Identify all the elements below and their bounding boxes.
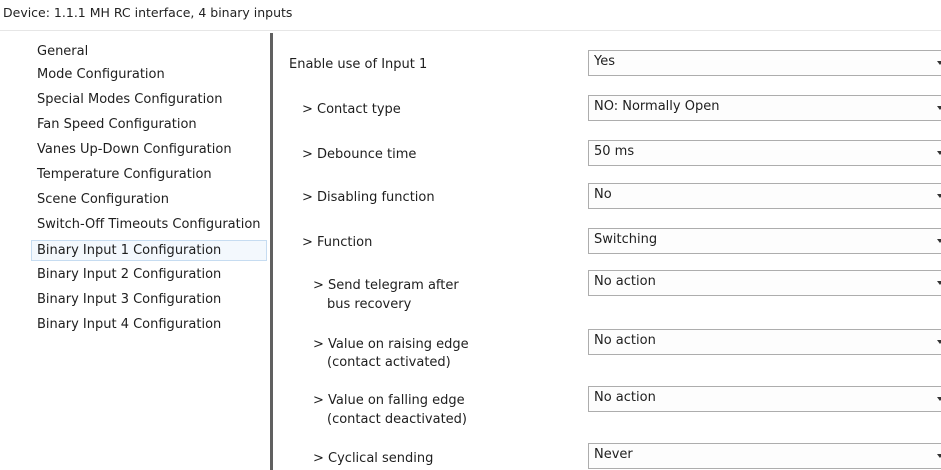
chevron-down-icon — [937, 194, 941, 198]
sidebar-item-switch-off-timeouts-configuration[interactable]: Switch-Off Timeouts Configuration — [32, 214, 268, 235]
value-raising-edge-select[interactable]: No action — [588, 329, 941, 355]
sidebar-item-scene-configuration[interactable]: Scene Configuration — [32, 189, 268, 210]
sidebar: General Mode Configuration Special Modes… — [0, 37, 270, 470]
param-label-cyclical-sending: > Cyclical sending — [313, 451, 434, 466]
sidebar-item-temperature-configuration[interactable]: Temperature Configuration — [32, 164, 268, 185]
chevron-down-icon — [937, 454, 941, 458]
contact-type-value: NO: Normally Open — [594, 99, 720, 114]
value-falling-edge-value: No action — [594, 390, 656, 405]
chevron-down-icon — [937, 151, 941, 155]
enable-input-1-value: Yes — [594, 54, 615, 69]
cyclical-sending-value: Never — [594, 447, 633, 462]
sidebar-item-general[interactable]: General — [32, 41, 268, 62]
chevron-down-icon — [937, 340, 941, 344]
chevron-down-icon — [937, 61, 941, 65]
parameter-panel: Enable use of Input 1 Yes > Contact type… — [273, 33, 941, 470]
param-label-function: > Function — [302, 235, 373, 250]
param-label-value-falling-edge-line2: (contact deactivated) — [327, 412, 468, 427]
device-title-bar: Device: 1.1.1 MH RC interface, 4 binary … — [0, 0, 941, 31]
chevron-down-icon — [937, 397, 941, 401]
param-label-send-telegram: > Send telegram after — [313, 278, 459, 293]
function-value: Switching — [594, 232, 658, 247]
disabling-function-select[interactable]: No — [588, 183, 941, 209]
chevron-down-icon — [937, 106, 941, 110]
chevron-down-icon — [937, 239, 941, 243]
enable-input-1-select[interactable]: Yes — [588, 50, 941, 76]
value-raising-edge-value: No action — [594, 333, 656, 348]
sidebar-item-vanes-up-down-configuration[interactable]: Vanes Up-Down Configuration — [32, 139, 268, 160]
function-select[interactable]: Switching — [588, 228, 941, 254]
sidebar-item-mode-configuration[interactable]: Mode Configuration — [32, 64, 268, 85]
disabling-function-value: No — [594, 187, 612, 202]
param-label-value-raising-edge-line2: (contact activated) — [327, 355, 451, 370]
param-label-disabling-function: > Disabling function — [302, 190, 435, 205]
sidebar-item-binary-input-3-configuration[interactable]: Binary Input 3 Configuration — [32, 289, 268, 310]
cyclical-sending-select[interactable]: Never — [588, 443, 941, 469]
debounce-time-value: 50 ms — [594, 144, 635, 159]
contact-type-select[interactable]: NO: Normally Open — [588, 95, 941, 121]
param-label-send-telegram-line2: bus recovery — [327, 297, 412, 312]
param-label-contact-type: > Contact type — [302, 102, 401, 117]
param-label-value-raising-edge: > Value on raising edge — [313, 337, 469, 352]
sidebar-item-binary-input-2-configuration[interactable]: Binary Input 2 Configuration — [32, 264, 268, 285]
param-label-enable-input-1: Enable use of Input 1 — [289, 57, 428, 72]
sidebar-item-fan-speed-configuration[interactable]: Fan Speed Configuration — [32, 114, 268, 135]
device-title: Device: 1.1.1 MH RC interface, 4 binary … — [3, 5, 293, 20]
param-label-value-falling-edge: > Value on falling edge — [313, 393, 465, 408]
sidebar-item-binary-input-4-configuration[interactable]: Binary Input 4 Configuration — [32, 314, 268, 335]
send-telegram-select[interactable]: No action — [588, 270, 941, 296]
chevron-down-icon — [937, 281, 941, 285]
debounce-time-select[interactable]: 50 ms — [588, 140, 941, 166]
sidebar-item-special-modes-configuration[interactable]: Special Modes Configuration — [32, 89, 268, 110]
send-telegram-value: No action — [594, 274, 656, 289]
param-label-debounce-time: > Debounce time — [302, 147, 417, 162]
sidebar-item-binary-input-1-configuration[interactable]: Binary Input 1 Configuration — [31, 240, 267, 261]
value-falling-edge-select[interactable]: No action — [588, 386, 941, 412]
